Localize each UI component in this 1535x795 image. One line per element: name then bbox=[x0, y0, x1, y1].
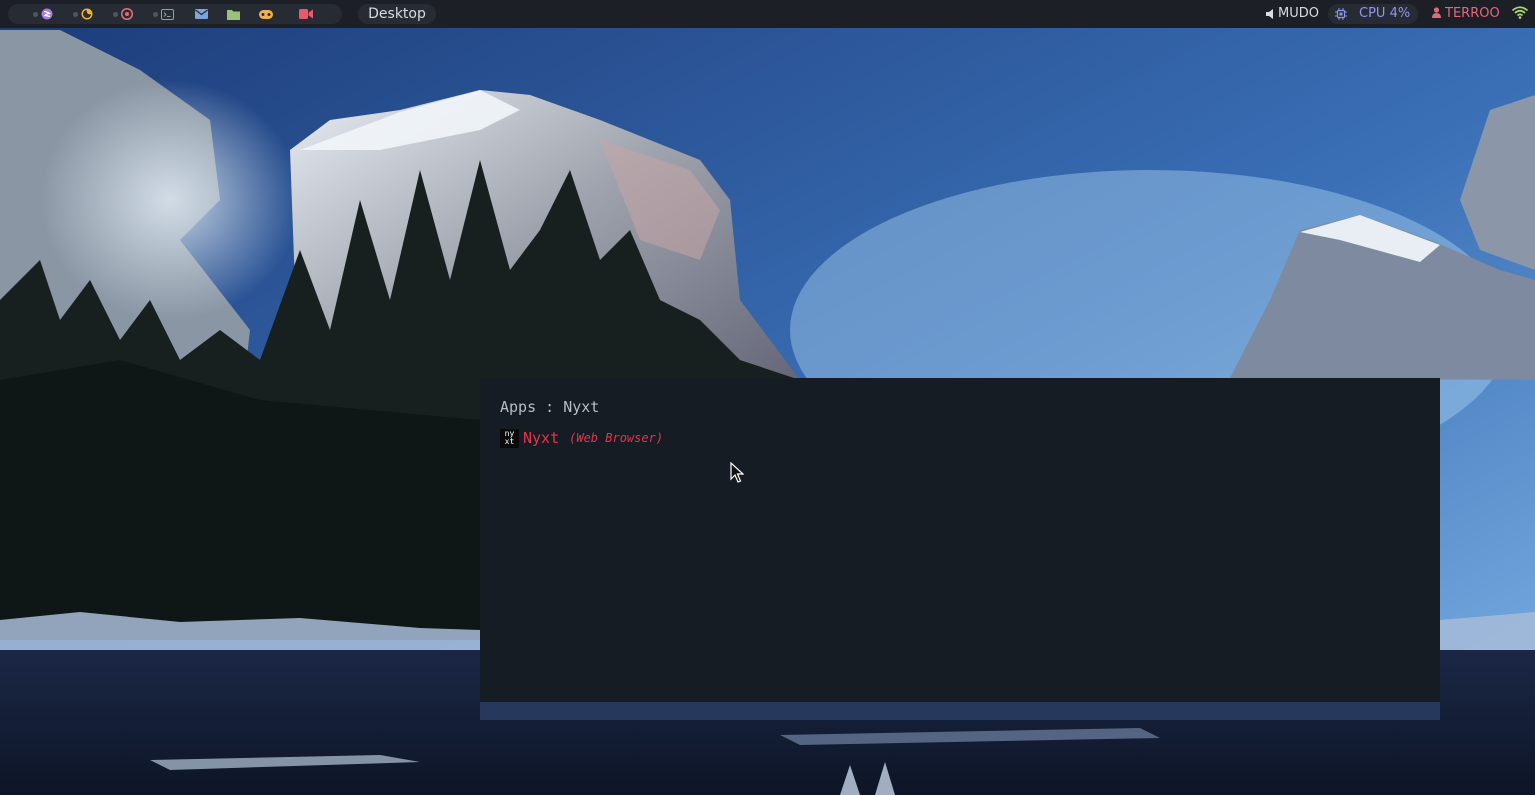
video-icon bbox=[299, 9, 313, 19]
folder-icon bbox=[226, 9, 240, 20]
workspace-indicator-dot bbox=[33, 11, 38, 17]
cpu-icon bbox=[1335, 8, 1347, 20]
workspace-video[interactable] bbox=[289, 4, 323, 24]
result-app-description: (Web Browser) bbox=[569, 431, 664, 445]
cpu-indicator[interactable]: CPU 4% bbox=[1328, 4, 1418, 24]
volume-indicator[interactable]: MUDO bbox=[1266, 4, 1319, 24]
terminal-icon bbox=[160, 8, 174, 20]
workspace-files[interactable] bbox=[216, 4, 250, 24]
workspace-firefox[interactable] bbox=[66, 4, 100, 24]
user-icon bbox=[1432, 7, 1441, 18]
volume-label: MUDO bbox=[1278, 6, 1319, 21]
launcher-prompt[interactable]: Apps : Nyxt bbox=[500, 398, 599, 416]
gamepad-icon bbox=[259, 9, 273, 19]
emacs-icon bbox=[41, 8, 53, 20]
mail-icon bbox=[194, 9, 208, 19]
firefox-icon bbox=[81, 8, 93, 20]
nyxt-icon: ny xt bbox=[500, 428, 519, 448]
workspace-indicator-dot bbox=[152, 11, 158, 17]
result-app-name: Nyxt bbox=[523, 429, 560, 447]
chrome-icon bbox=[121, 8, 133, 20]
launcher-result-item[interactable]: ny xt Nyxt (Web Browser) bbox=[500, 428, 663, 448]
speaker-icon bbox=[1266, 9, 1273, 19]
workspace-indicator-dot bbox=[73, 11, 78, 17]
workspace-switcher bbox=[8, 4, 342, 24]
active-window-title[interactable]: Desktop bbox=[358, 4, 436, 24]
nyxt-icon-text-bottom: xt bbox=[504, 437, 515, 446]
user-label: TERROO bbox=[1445, 6, 1500, 21]
mouse-pointer-icon bbox=[730, 462, 744, 483]
app-launcher: Apps : Nyxt ny xt Nyxt (Web Browser) bbox=[480, 378, 1440, 702]
workspace-mail[interactable] bbox=[184, 4, 218, 24]
top-bar: Desktop MUDO CPU 4% TERROO bbox=[0, 0, 1535, 28]
desktop-label: Desktop bbox=[368, 6, 426, 22]
workspace-chrome[interactable] bbox=[106, 4, 140, 24]
workspace-terminal[interactable] bbox=[146, 4, 180, 24]
workspace-indicator-dot bbox=[113, 11, 118, 17]
workspace-games[interactable] bbox=[249, 4, 283, 24]
user-indicator[interactable]: TERROO bbox=[1432, 4, 1500, 24]
wifi-icon[interactable] bbox=[1512, 6, 1528, 19]
workspace-emacs[interactable] bbox=[26, 4, 60, 24]
cpu-label: CPU 4% bbox=[1359, 6, 1411, 21]
